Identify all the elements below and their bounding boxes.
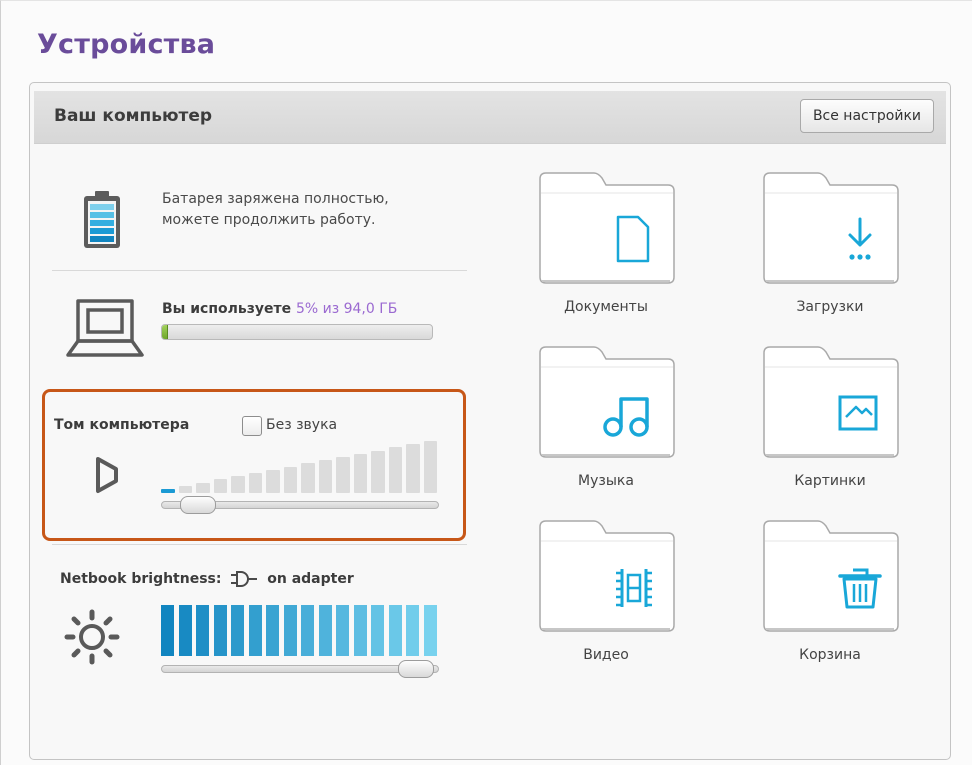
volume-level-bar [213, 479, 227, 493]
volume-level-bar [283, 466, 297, 493]
folder-label: Видео [583, 647, 629, 663]
video-icon [616, 569, 652, 607]
brightness-level-bar [231, 605, 244, 656]
brightness-level-bar [213, 605, 227, 656]
panel-header: Ваш компьютер Все настройки [34, 91, 946, 144]
brightness-level-bar [318, 605, 332, 656]
divider [52, 544, 467, 545]
divider [52, 270, 467, 271]
battery-status-line-2: можете продолжить работу. [162, 212, 376, 228]
sun-icon [64, 609, 120, 665]
volume-level-bar [231, 476, 245, 493]
laptop-icon [66, 299, 144, 357]
volume-level-bar [371, 450, 385, 493]
your-computer-panel: Ваш компьютер Все настройки Батарея заря… [29, 82, 951, 760]
brightness-level-bar [178, 605, 192, 656]
brightness-label: Netbook brightness: on adapter [60, 571, 354, 587]
brightness-level-bar [388, 605, 402, 656]
folder-trash[interactable]: Корзина [760, 517, 900, 663]
battery-status-line-1: Батарея заряжена полностью, [162, 191, 389, 207]
folder-label: Загрузки [796, 299, 864, 315]
brightness-label-text: Netbook brightness: [60, 571, 222, 587]
folder-label: Документы [564, 299, 648, 315]
all-settings-button[interactable]: Все настройки [799, 99, 934, 133]
folder-downloads[interactable]: Загрузки [760, 169, 900, 315]
volume-level-bar [406, 444, 420, 493]
storage-usage-text: Вы используете 5% из 94,0 ГБ [162, 301, 397, 317]
battery-full-icon [84, 191, 120, 248]
volume-level-bar [178, 485, 192, 493]
brightness-level-bar [196, 605, 209, 656]
brightness-source: on adapter [267, 571, 354, 587]
mute-checkbox[interactable] [242, 416, 262, 436]
brightness-level-bar [161, 605, 174, 656]
storage-progress-fill [162, 325, 169, 339]
folder-label: Музыка [578, 473, 634, 489]
brightness-level-bar [301, 605, 314, 656]
window-frame: Устройства Ваш компьютер Все настройки Б… [0, 0, 972, 765]
speaker-icon [96, 457, 118, 493]
panel-title: Ваш компьютер [54, 106, 213, 126]
storage-usage-value: 5% из 94,0 ГБ [295, 301, 398, 317]
volume-level-bar [161, 489, 175, 493]
volume-level-bar [423, 441, 437, 493]
volume-level-bar [353, 453, 367, 493]
folder-label: Корзина [799, 647, 861, 663]
storage-usage-prefix: Вы используете [162, 301, 292, 317]
volume-label: Том компьютера [54, 417, 190, 433]
trash-icon [838, 568, 882, 609]
document-icon [616, 215, 650, 263]
brightness-level-bar [266, 605, 279, 656]
brightness-level-bar [248, 605, 262, 656]
page-title: Устройства [37, 29, 216, 60]
volume-level-bar [196, 482, 210, 493]
plug-icon [231, 571, 258, 587]
brightness-level-bar [423, 605, 437, 656]
music-icon [603, 397, 649, 437]
volume-level-bar [336, 457, 350, 493]
folder-video[interactable]: Видео [536, 517, 676, 663]
brightness-level-bar [406, 605, 419, 656]
volume-level-bar [388, 447, 402, 493]
mute-label[interactable]: Без звука [266, 417, 337, 433]
folder-documents[interactable]: Документы [536, 169, 676, 315]
folder-music[interactable]: Музыка [536, 343, 676, 489]
volume-level-bar [301, 463, 315, 493]
volume-level-bar [266, 469, 280, 493]
volume-level-bar [318, 460, 332, 493]
picture-icon [838, 395, 878, 431]
volume-slider-thumb[interactable] [180, 496, 217, 514]
brightness-slider-thumb[interactable] [398, 660, 435, 678]
battery-status: Батарея заряжена полностью, можете продо… [162, 189, 462, 231]
brightness-level-bar [371, 605, 384, 656]
folder-pictures[interactable]: Картинки [760, 343, 900, 489]
brightness-level-bar [353, 605, 367, 656]
brightness-level-bar [336, 605, 349, 656]
volume-level-bar [248, 473, 262, 493]
brightness-level-bar [283, 605, 297, 656]
download-icon [848, 217, 872, 260]
storage-progress-bar [161, 324, 433, 340]
folder-label: Картинки [794, 473, 866, 489]
